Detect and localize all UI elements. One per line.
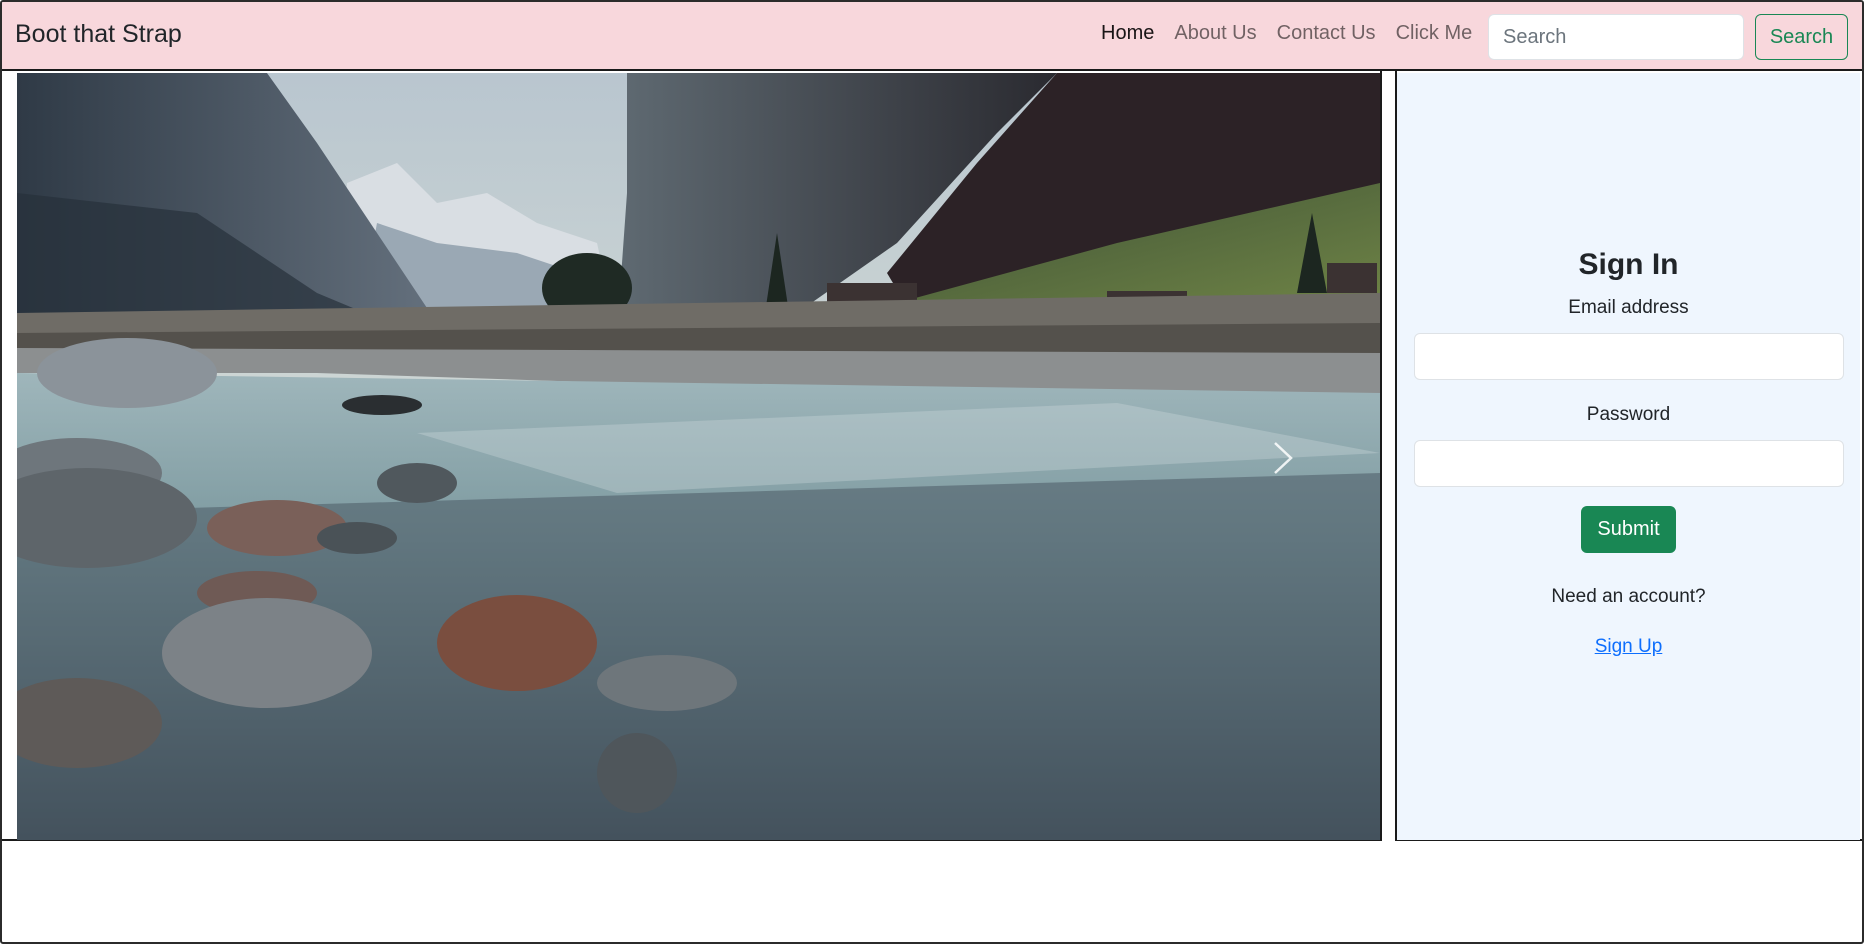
nav-link-click-me[interactable]: Click Me <box>1386 22 1483 45</box>
signin-title: Sign In <box>1578 248 1679 281</box>
nav-link-about-us[interactable]: About Us <box>1164 22 1266 45</box>
nav-links: Home About Us Contact Us Click Me <box>1101 22 1482 45</box>
image-carousel <box>17 73 1380 840</box>
landscape-river-image <box>17 73 1380 840</box>
email-field[interactable] <box>1414 333 1844 380</box>
navbar-brand[interactable]: Boot that Strap <box>15 20 182 49</box>
password-label: Password <box>1586 404 1671 425</box>
submit-button[interactable]: Submit <box>1581 506 1676 553</box>
search-input[interactable] <box>1488 14 1744 60</box>
footer-area <box>2 843 1862 939</box>
need-account-text: Need an account? <box>1551 586 1706 607</box>
search-button[interactable]: Search <box>1755 14 1848 60</box>
email-label: Email address <box>1568 297 1689 318</box>
nav-link-home[interactable]: Home <box>1101 22 1164 45</box>
signup-link[interactable]: Sign Up <box>1397 636 1860 658</box>
column-divider <box>1380 71 1397 841</box>
signin-panel: Sign In Email address Password Submit Ne… <box>1397 73 1860 840</box>
chevron-right-icon[interactable] <box>1267 438 1297 478</box>
navbar: Boot that Strap Home About Us Contact Us… <box>2 2 1862 71</box>
password-field[interactable] <box>1414 440 1844 487</box>
browser-page: Boot that Strap Home About Us Contact Us… <box>0 0 1864 944</box>
nav-link-contact-us[interactable]: Contact Us <box>1267 22 1386 45</box>
main-row: Sign In Email address Password Submit Ne… <box>2 71 1862 841</box>
